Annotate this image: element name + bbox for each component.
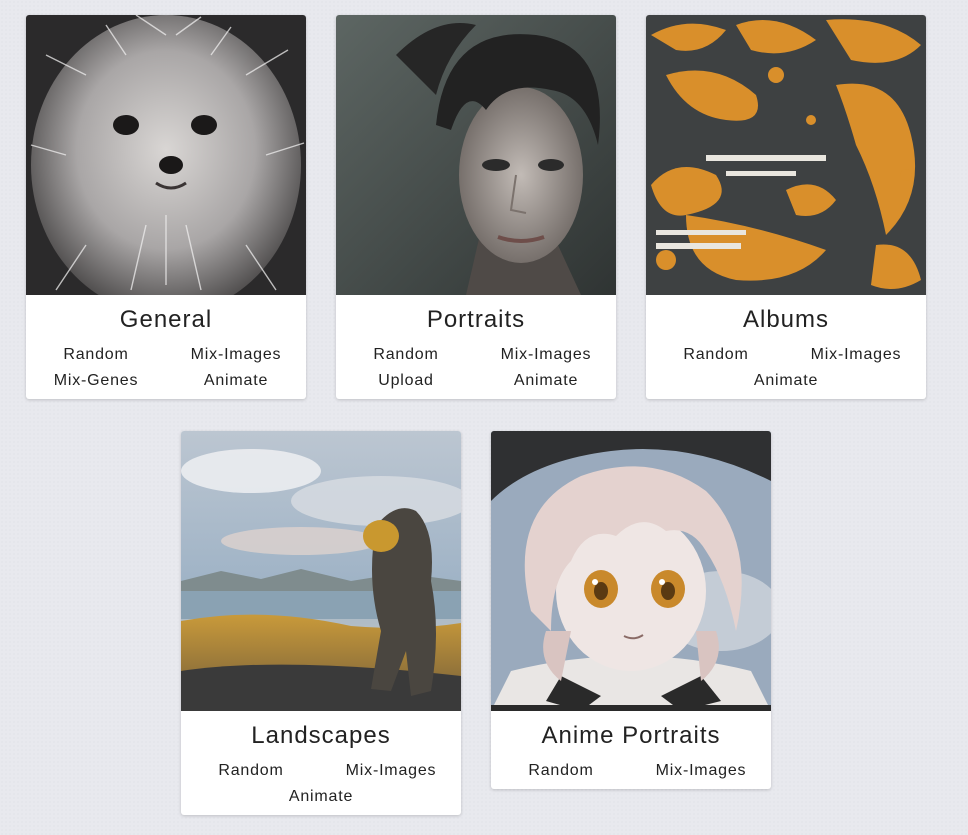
dog-image-icon	[26, 15, 306, 295]
card-actions: Random Mix-Images Animate	[181, 750, 461, 815]
random-link[interactable]: Random	[646, 342, 786, 368]
mix-images-link[interactable]: Mix-Images	[321, 758, 461, 784]
mix-images-link[interactable]: Mix-Images	[631, 758, 771, 784]
category-card-anime-portraits: Anime Portraits Random Mix-Images	[491, 431, 771, 789]
portrait-image-icon	[336, 15, 616, 295]
card-actions: Random Mix-Images Mix-Genes Animate	[26, 334, 306, 399]
animate-link[interactable]: Animate	[166, 368, 306, 394]
random-link[interactable]: Random	[181, 758, 321, 784]
category-card-albums: Albums Random Mix-Images Animate	[646, 15, 926, 399]
card-title: Anime Portraits	[541, 722, 721, 749]
category-card-landscapes: Landscapes Random Mix-Images Animate	[181, 431, 461, 815]
random-link[interactable]: Random	[26, 342, 166, 368]
card-title: Landscapes	[251, 722, 391, 749]
mix-images-link[interactable]: Mix-Images	[476, 342, 616, 368]
animate-link[interactable]: Animate	[251, 784, 391, 810]
mix-images-link[interactable]: Mix-Images	[166, 342, 306, 368]
landscapes-image[interactable]	[181, 431, 461, 711]
card-actions: Random Mix-Images	[491, 750, 771, 789]
random-link[interactable]: Random	[491, 758, 631, 784]
mix-images-link[interactable]: Mix-Images	[786, 342, 926, 368]
anime-portrait-image-icon	[491, 431, 771, 711]
card-title: General	[119, 306, 213, 333]
portraits-image[interactable]	[336, 15, 616, 295]
anime-portraits-image[interactable]	[491, 431, 771, 711]
animate-link[interactable]: Animate	[716, 368, 856, 394]
general-image[interactable]	[26, 15, 306, 295]
animate-link[interactable]: Animate	[476, 368, 616, 394]
upload-link[interactable]: Upload	[336, 368, 476, 394]
category-card-general: General Random Mix-Images Mix-Genes Anim…	[26, 15, 306, 399]
random-link[interactable]: Random	[336, 342, 476, 368]
card-actions: Random Mix-Images Upload Animate	[336, 334, 616, 399]
albums-image[interactable]	[646, 15, 926, 295]
landscape-image-icon	[181, 431, 461, 711]
card-title: Portraits	[426, 306, 526, 333]
album-art-image-icon	[646, 15, 926, 295]
mix-genes-link[interactable]: Mix-Genes	[26, 368, 166, 394]
category-card-portraits: Portraits Random Mix-Images Upload Anima…	[336, 15, 616, 399]
card-title: Albums	[742, 306, 830, 333]
card-actions: Random Mix-Images Animate	[646, 334, 926, 399]
